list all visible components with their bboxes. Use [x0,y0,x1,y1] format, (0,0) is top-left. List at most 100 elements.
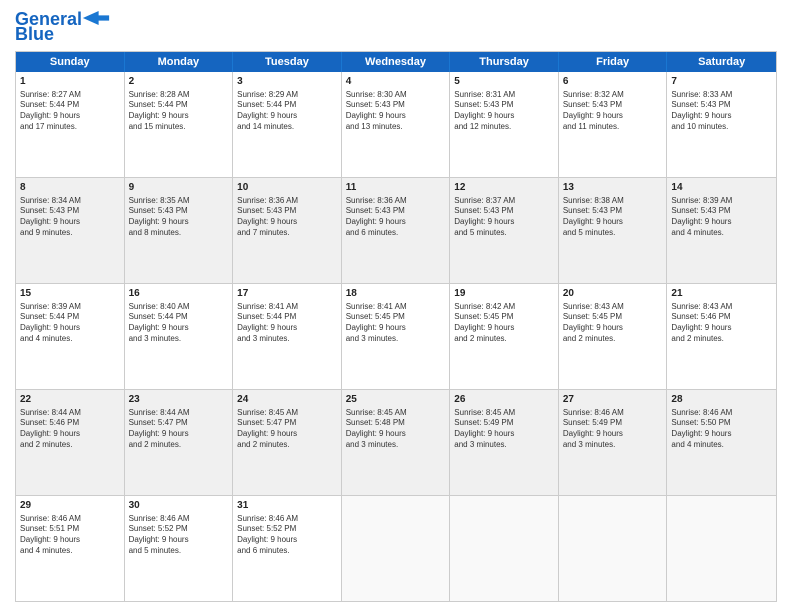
day-number: 8 [20,181,120,195]
day-info: Sunrise: 8:39 AM Sunset: 5:44 PM Dayligh… [20,302,120,345]
day-cell-9: 9Sunrise: 8:35 AM Sunset: 5:43 PM Daylig… [125,178,234,283]
day-number: 3 [237,75,337,89]
day-info: Sunrise: 8:27 AM Sunset: 5:44 PM Dayligh… [20,90,120,133]
header: General Blue [15,10,777,45]
day-cell-11: 11Sunrise: 8:36 AM Sunset: 5:43 PM Dayli… [342,178,451,283]
day-info: Sunrise: 8:36 AM Sunset: 5:43 PM Dayligh… [346,196,446,239]
day-info: Sunrise: 8:30 AM Sunset: 5:43 PM Dayligh… [346,90,446,133]
day-number: 2 [129,75,229,89]
day-cell-8: 8Sunrise: 8:34 AM Sunset: 5:43 PM Daylig… [16,178,125,283]
day-cell-16: 16Sunrise: 8:40 AM Sunset: 5:44 PM Dayli… [125,284,234,389]
day-cell-14: 14Sunrise: 8:39 AM Sunset: 5:43 PM Dayli… [667,178,776,283]
day-info: Sunrise: 8:34 AM Sunset: 5:43 PM Dayligh… [20,196,120,239]
day-cell-7: 7Sunrise: 8:33 AM Sunset: 5:43 PM Daylig… [667,72,776,177]
day-info: Sunrise: 8:46 AM Sunset: 5:49 PM Dayligh… [563,408,663,451]
day-info: Sunrise: 8:39 AM Sunset: 5:43 PM Dayligh… [671,196,772,239]
day-info: Sunrise: 8:32 AM Sunset: 5:43 PM Dayligh… [563,90,663,133]
day-number: 22 [20,393,120,407]
day-info: Sunrise: 8:33 AM Sunset: 5:43 PM Dayligh… [671,90,772,133]
day-info: Sunrise: 8:31 AM Sunset: 5:43 PM Dayligh… [454,90,554,133]
day-cell-18: 18Sunrise: 8:41 AM Sunset: 5:45 PM Dayli… [342,284,451,389]
logo-icon [82,11,110,25]
empty-cell [342,496,451,601]
day-info: Sunrise: 8:35 AM Sunset: 5:43 PM Dayligh… [129,196,229,239]
header-day-friday: Friday [559,52,668,72]
empty-cell [667,496,776,601]
day-number: 28 [671,393,772,407]
header-day-thursday: Thursday [450,52,559,72]
day-info: Sunrise: 8:46 AM Sunset: 5:52 PM Dayligh… [237,514,337,557]
day-cell-4: 4Sunrise: 8:30 AM Sunset: 5:43 PM Daylig… [342,72,451,177]
day-cell-27: 27Sunrise: 8:46 AM Sunset: 5:49 PM Dayli… [559,390,668,495]
day-info: Sunrise: 8:37 AM Sunset: 5:43 PM Dayligh… [454,196,554,239]
day-number: 14 [671,181,772,195]
day-cell-17: 17Sunrise: 8:41 AM Sunset: 5:44 PM Dayli… [233,284,342,389]
day-cell-22: 22Sunrise: 8:44 AM Sunset: 5:46 PM Dayli… [16,390,125,495]
day-info: Sunrise: 8:28 AM Sunset: 5:44 PM Dayligh… [129,90,229,133]
day-cell-3: 3Sunrise: 8:29 AM Sunset: 5:44 PM Daylig… [233,72,342,177]
day-cell-6: 6Sunrise: 8:32 AM Sunset: 5:43 PM Daylig… [559,72,668,177]
day-number: 31 [237,499,337,513]
day-info: Sunrise: 8:44 AM Sunset: 5:46 PM Dayligh… [20,408,120,451]
day-number: 30 [129,499,229,513]
day-info: Sunrise: 8:36 AM Sunset: 5:43 PM Dayligh… [237,196,337,239]
day-info: Sunrise: 8:46 AM Sunset: 5:50 PM Dayligh… [671,408,772,451]
calendar-row-1: 1Sunrise: 8:27 AM Sunset: 5:44 PM Daylig… [16,72,776,178]
day-number: 25 [346,393,446,407]
day-info: Sunrise: 8:29 AM Sunset: 5:44 PM Dayligh… [237,90,337,133]
day-cell-23: 23Sunrise: 8:44 AM Sunset: 5:47 PM Dayli… [125,390,234,495]
day-info: Sunrise: 8:45 AM Sunset: 5:49 PM Dayligh… [454,408,554,451]
header-day-sunday: Sunday [16,52,125,72]
day-cell-25: 25Sunrise: 8:45 AM Sunset: 5:48 PM Dayli… [342,390,451,495]
day-info: Sunrise: 8:44 AM Sunset: 5:47 PM Dayligh… [129,408,229,451]
calendar-row-5: 29Sunrise: 8:46 AM Sunset: 5:51 PM Dayli… [16,496,776,601]
day-number: 15 [20,287,120,301]
header-day-tuesday: Tuesday [233,52,342,72]
day-number: 29 [20,499,120,513]
day-info: Sunrise: 8:42 AM Sunset: 5:45 PM Dayligh… [454,302,554,345]
day-cell-20: 20Sunrise: 8:43 AM Sunset: 5:45 PM Dayli… [559,284,668,389]
day-cell-30: 30Sunrise: 8:46 AM Sunset: 5:52 PM Dayli… [125,496,234,601]
day-cell-29: 29Sunrise: 8:46 AM Sunset: 5:51 PM Dayli… [16,496,125,601]
day-info: Sunrise: 8:46 AM Sunset: 5:51 PM Dayligh… [20,514,120,557]
day-cell-12: 12Sunrise: 8:37 AM Sunset: 5:43 PM Dayli… [450,178,559,283]
day-number: 17 [237,287,337,301]
day-number: 23 [129,393,229,407]
day-number: 18 [346,287,446,301]
day-info: Sunrise: 8:41 AM Sunset: 5:44 PM Dayligh… [237,302,337,345]
empty-cell [450,496,559,601]
day-number: 19 [454,287,554,301]
day-number: 6 [563,75,663,89]
day-number: 12 [454,181,554,195]
day-number: 24 [237,393,337,407]
day-number: 7 [671,75,772,89]
day-info: Sunrise: 8:38 AM Sunset: 5:43 PM Dayligh… [563,196,663,239]
calendar-row-3: 15Sunrise: 8:39 AM Sunset: 5:44 PM Dayli… [16,284,776,390]
calendar-body: 1Sunrise: 8:27 AM Sunset: 5:44 PM Daylig… [16,72,776,601]
day-cell-24: 24Sunrise: 8:45 AM Sunset: 5:47 PM Dayli… [233,390,342,495]
day-cell-28: 28Sunrise: 8:46 AM Sunset: 5:50 PM Dayli… [667,390,776,495]
day-info: Sunrise: 8:43 AM Sunset: 5:45 PM Dayligh… [563,302,663,345]
day-number: 27 [563,393,663,407]
day-number: 11 [346,181,446,195]
calendar-row-2: 8Sunrise: 8:34 AM Sunset: 5:43 PM Daylig… [16,178,776,284]
day-number: 26 [454,393,554,407]
calendar-header: SundayMondayTuesdayWednesdayThursdayFrid… [16,52,776,72]
day-cell-10: 10Sunrise: 8:36 AM Sunset: 5:43 PM Dayli… [233,178,342,283]
day-cell-21: 21Sunrise: 8:43 AM Sunset: 5:46 PM Dayli… [667,284,776,389]
day-cell-1: 1Sunrise: 8:27 AM Sunset: 5:44 PM Daylig… [16,72,125,177]
day-cell-26: 26Sunrise: 8:45 AM Sunset: 5:49 PM Dayli… [450,390,559,495]
day-number: 9 [129,181,229,195]
day-cell-5: 5Sunrise: 8:31 AM Sunset: 5:43 PM Daylig… [450,72,559,177]
day-info: Sunrise: 8:46 AM Sunset: 5:52 PM Dayligh… [129,514,229,557]
calendar-row-4: 22Sunrise: 8:44 AM Sunset: 5:46 PM Dayli… [16,390,776,496]
day-number: 5 [454,75,554,89]
empty-cell [559,496,668,601]
day-number: 20 [563,287,663,301]
day-number: 1 [20,75,120,89]
logo-blue: Blue [15,24,54,45]
calendar: SundayMondayTuesdayWednesdayThursdayFrid… [15,51,777,602]
day-info: Sunrise: 8:45 AM Sunset: 5:48 PM Dayligh… [346,408,446,451]
day-number: 10 [237,181,337,195]
day-cell-19: 19Sunrise: 8:42 AM Sunset: 5:45 PM Dayli… [450,284,559,389]
